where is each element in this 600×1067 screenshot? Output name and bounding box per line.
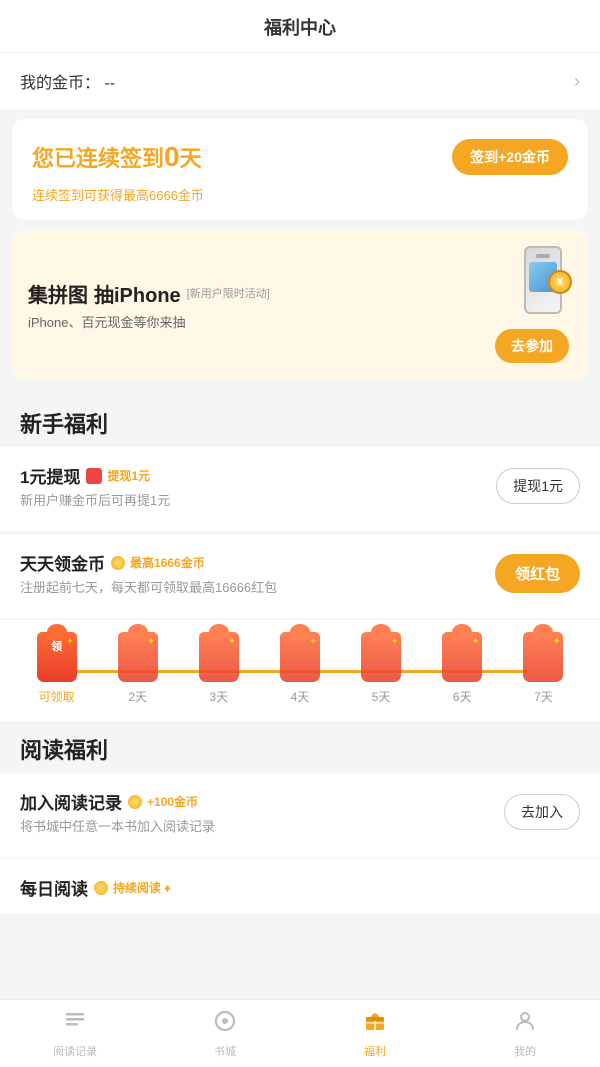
- reading-record-button[interactable]: 去加入: [504, 794, 580, 830]
- rp-icon-6: ✦: [442, 632, 482, 682]
- rp-icon-2: ✦: [118, 632, 158, 682]
- signin-title: 您已连续签到0天: [32, 141, 202, 173]
- withdraw-card: 1元提现 提现1元 新用户赚金币后可再提1元 提现1元: [0, 447, 600, 531]
- reading-record-sub: 将书城中任意一本书加入阅读记录: [20, 816, 504, 835]
- iphone-banner-sub: iPhone、百元现金等你来抽: [28, 312, 492, 331]
- nav-item-reading[interactable]: 阅读记录: [0, 1000, 150, 1067]
- claim-redpacket-button[interactable]: 领红包: [495, 554, 580, 593]
- nav-label-bookstore: 书城: [214, 1043, 236, 1059]
- iphone-banner-right: ¥ 去参加: [492, 246, 572, 363]
- page-header: 福利中心: [0, 0, 600, 53]
- daily-reading-badge: 持续阅读 ♦: [94, 879, 170, 896]
- rp-icon-7: ✦: [523, 632, 563, 682]
- redpacket-day-2[interactable]: ✦ 2天: [97, 632, 178, 705]
- iphone-illustration: ¥: [492, 246, 572, 321]
- withdraw-sub: 新用户赚金币后可再提1元: [20, 490, 496, 509]
- rp-day-label-6: 6天: [453, 688, 472, 705]
- daily-coin-sub: 注册起前七天，每天都可领取最高16666红包: [20, 577, 495, 596]
- redpacket-row: 领 ✦ 可领取 ✦ 2天 ✦: [0, 620, 600, 721]
- nav-item-bookstore[interactable]: 书城: [150, 1000, 300, 1067]
- iphone-banner-title: 集拼图 抽iPhone [新用户限时活动]: [28, 279, 492, 308]
- redpacket-day-7[interactable]: ✦ 7天: [503, 632, 584, 705]
- coin-icon: [111, 556, 125, 570]
- daily-coin-title: 天天领金币 最高1666金币: [20, 550, 495, 575]
- rp-day-label-1: 可领取: [39, 688, 75, 705]
- withdraw-title: 1元提现 提现1元: [20, 463, 496, 488]
- nav-item-welfare[interactable]: 福利: [300, 1000, 450, 1067]
- nav-label-mine: 我的: [514, 1043, 536, 1059]
- mine-icon: [513, 1009, 537, 1039]
- daily-coin-badge: 最高1666金币: [111, 554, 205, 571]
- reading-record-top: 加入阅读记录 +100金币 将书城中任意一本书加入阅读记录 去加入: [20, 789, 580, 835]
- withdraw-item-top: 1元提现 提现1元 新用户赚金币后可再提1元 提现1元: [20, 463, 580, 509]
- nav-label-reading: 阅读记录: [53, 1043, 97, 1059]
- coin-icon-daily: [94, 881, 108, 895]
- newbie-section-title: 新手福利: [0, 395, 600, 447]
- coin-decoration: ¥: [548, 270, 572, 294]
- signin-card: 您已连续签到0天 签到+20金币 连续签到可获得最高6666金币: [12, 119, 588, 220]
- rp-bag-2: ✦: [118, 632, 158, 682]
- daily-reading-left: 每日阅读 持续阅读 ♦: [20, 875, 580, 900]
- rp-icon-5: ✦: [361, 632, 401, 682]
- signin-button[interactable]: 签到+20金币: [452, 139, 568, 175]
- content-area: 我的金币： -- › 您已连续签到0天 签到+20金币 连续签到可获得最高666…: [0, 53, 600, 986]
- coin-icon-reading: [128, 795, 142, 809]
- rp-icon-1: 领 ✦: [37, 632, 77, 682]
- rp-bag-1: 领 ✦: [37, 632, 77, 682]
- redpacket-day-6[interactable]: ✦ 6天: [422, 632, 503, 705]
- withdraw-button[interactable]: 提现1元: [496, 468, 580, 504]
- signin-top: 您已连续签到0天 签到+20金币: [32, 139, 568, 175]
- welfare-icon: [363, 1009, 387, 1039]
- join-button[interactable]: 去参加: [495, 329, 569, 363]
- nav-label-welfare: 福利: [364, 1043, 386, 1059]
- reading-section-title: 阅读福利: [0, 723, 600, 773]
- reading-record-card: 加入阅读记录 +100金币 将书城中任意一本书加入阅读记录 去加入: [0, 773, 600, 857]
- redpacket-day-4[interactable]: ✦ 4天: [259, 632, 340, 705]
- daily-coin-left: 天天领金币 最高1666金币 注册起前七天，每天都可领取最高16666红包: [20, 550, 495, 596]
- coins-label: 我的金币： --: [20, 69, 115, 93]
- daily-reading-title: 每日阅读 持续阅读 ♦: [20, 875, 580, 900]
- daily-coin-card: 天天领金币 最高1666金币 注册起前七天，每天都可领取最高16666红包 领红…: [0, 534, 600, 618]
- daily-coin-top: 天天领金币 最高1666金币 注册起前七天，每天都可领取最高16666红包 领红…: [20, 550, 580, 596]
- rp-icon-3: ✦: [199, 632, 239, 682]
- rp-bag-6: ✦: [442, 632, 482, 682]
- rp-bag-5: ✦: [361, 632, 401, 682]
- reading-record-title: 加入阅读记录 +100金币: [20, 789, 504, 814]
- reading-record-badge: +100金币: [128, 793, 198, 810]
- redpacket-day-5[interactable]: ✦ 5天: [341, 632, 422, 705]
- daily-reading-top: 每日阅读 持续阅读 ♦: [20, 875, 580, 900]
- coins-row[interactable]: 我的金币： -- ›: [0, 53, 600, 109]
- bookstore-icon: [213, 1009, 237, 1039]
- rp-bag-4: ✦: [280, 632, 320, 682]
- withdraw-item-left: 1元提现 提现1元 新用户赚金币后可再提1元: [20, 463, 496, 509]
- signin-subtitle: 连续签到可获得最高6666金币: [32, 185, 568, 204]
- rp-day-label-2: 2天: [128, 688, 147, 705]
- rp-day-label-5: 5天: [372, 688, 391, 705]
- daily-reading-card: 每日阅读 持续阅读 ♦: [0, 859, 600, 914]
- withdraw-badge: 提现1元: [86, 467, 150, 484]
- iphone-banner[interactable]: 集拼图 抽iPhone [新用户限时活动] iPhone、百元现金等你来抽 ¥ …: [12, 230, 588, 379]
- nav-item-mine[interactable]: 我的: [450, 1000, 600, 1067]
- page-title: 福利中心: [264, 18, 336, 38]
- rp-day-label-4: 4天: [291, 688, 310, 705]
- rp-day-label-7: 7天: [534, 688, 553, 705]
- redpacket-day-3[interactable]: ✦ 3天: [178, 632, 259, 705]
- phone-notch: [536, 254, 550, 258]
- redpacket-items: 领 ✦ 可领取 ✦ 2天 ✦: [16, 632, 584, 705]
- rp-icon-4: ✦: [280, 632, 320, 682]
- red-icon: [86, 468, 102, 484]
- redpacket-day-1[interactable]: 领 ✦ 可领取: [16, 632, 97, 705]
- rp-bag-7: ✦: [523, 632, 563, 682]
- rp-bag-3: ✦: [199, 632, 239, 682]
- chevron-right-icon: ›: [574, 71, 580, 92]
- iphone-banner-left: 集拼图 抽iPhone [新用户限时活动] iPhone、百元现金等你来抽: [28, 279, 492, 331]
- bottom-nav: 阅读记录 书城 福利: [0, 999, 600, 1067]
- rp-day-label-3: 3天: [210, 688, 229, 705]
- reading-record-left: 加入阅读记录 +100金币 将书城中任意一本书加入阅读记录: [20, 789, 504, 835]
- reading-history-icon: [63, 1009, 87, 1039]
